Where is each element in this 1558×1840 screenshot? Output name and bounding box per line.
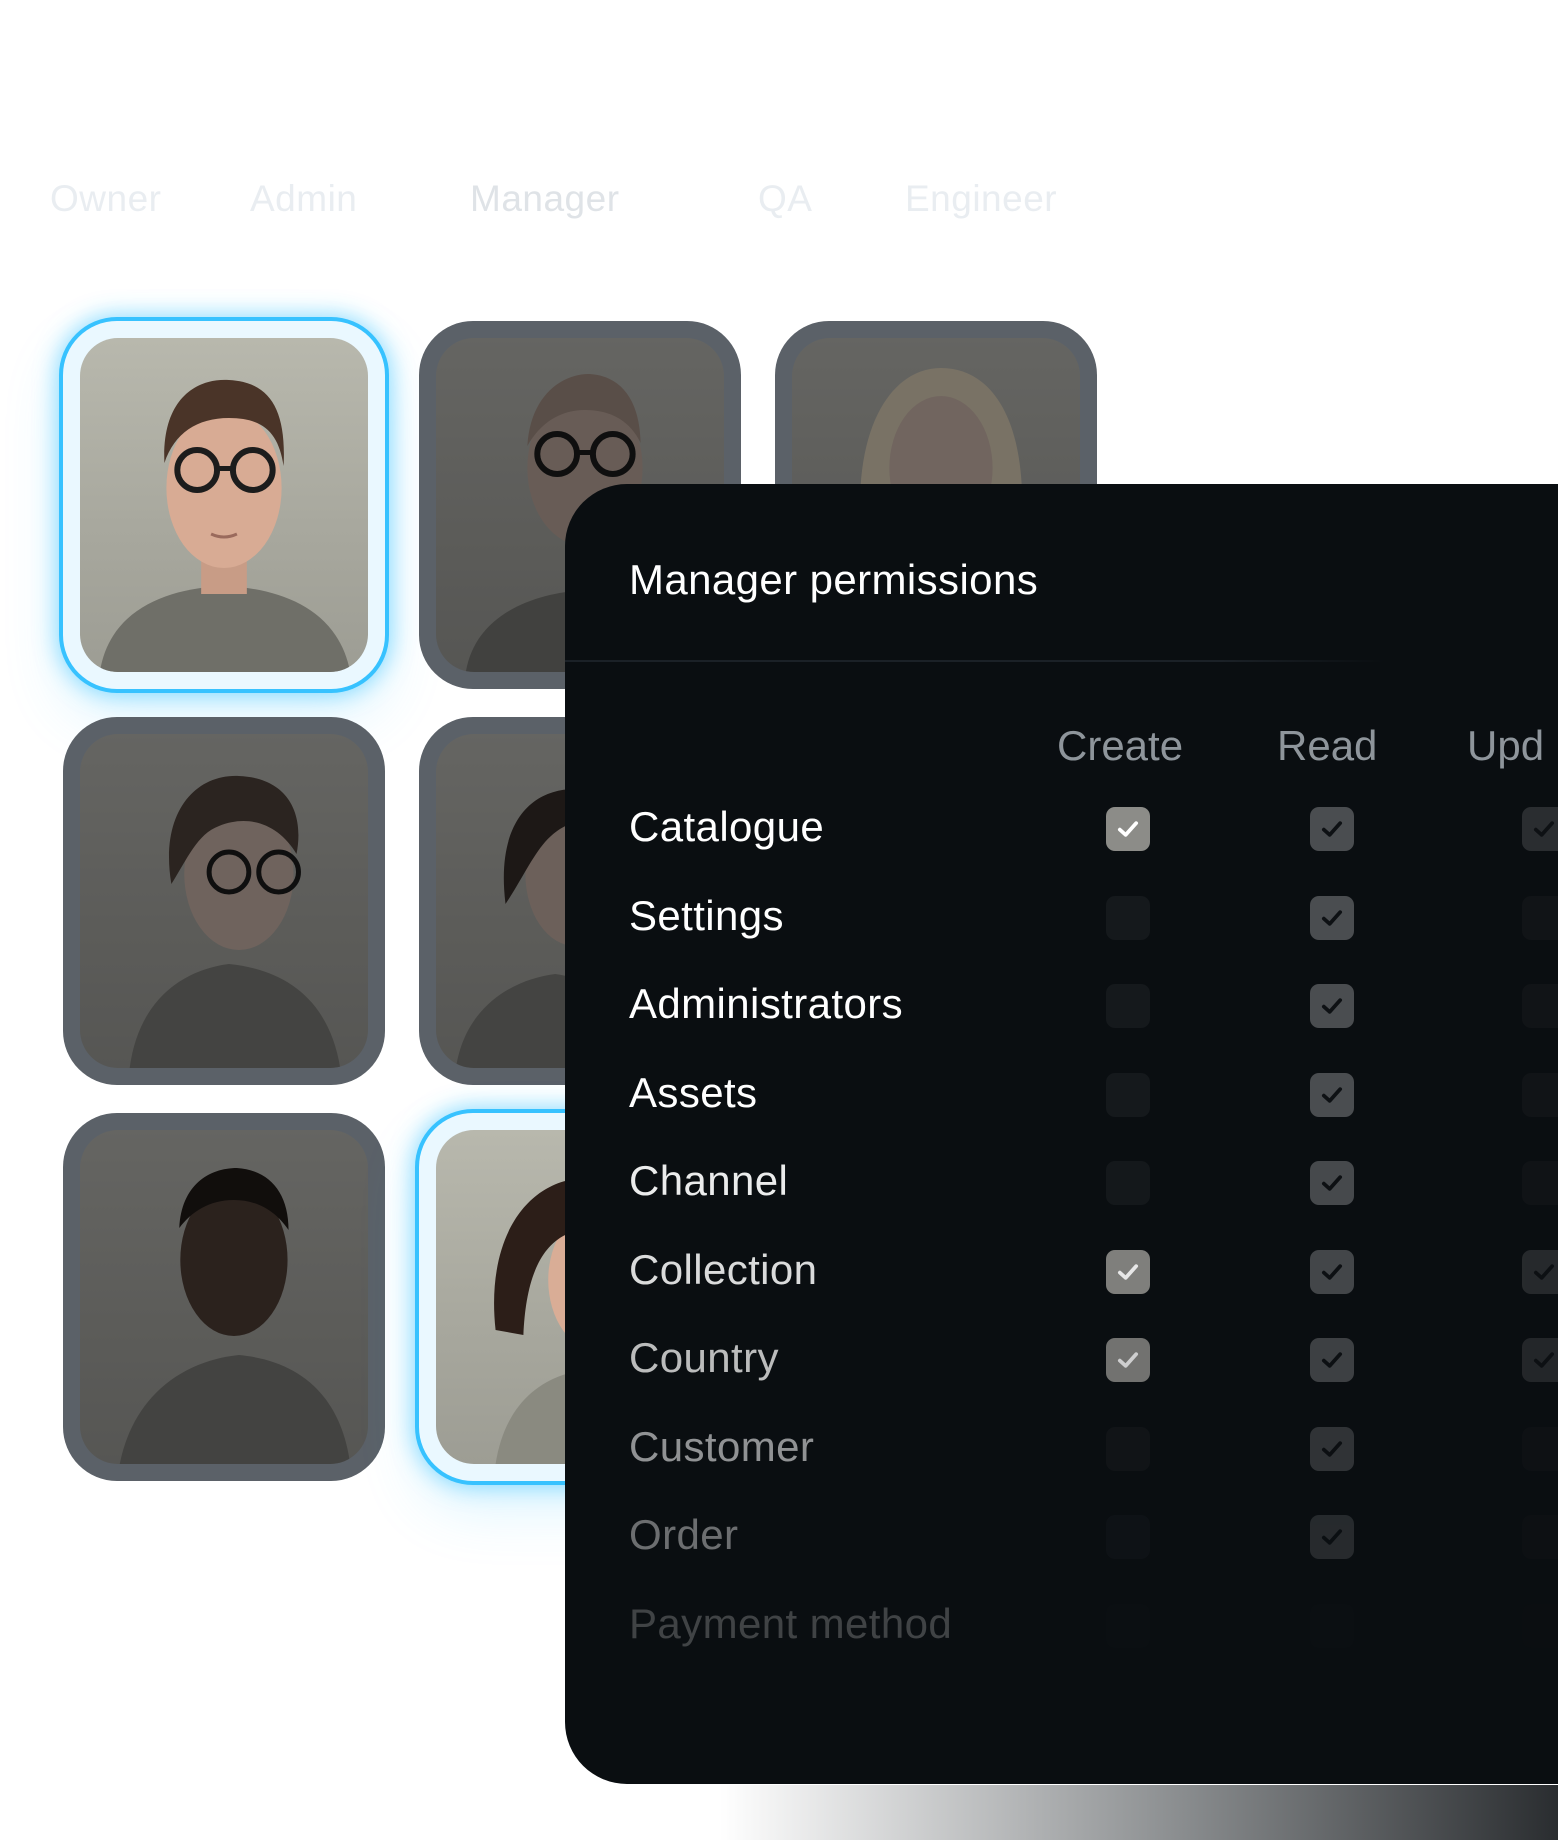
tab-qa[interactable]: QA <box>758 178 812 220</box>
avatar-photo <box>80 1130 368 1464</box>
bottom-shade <box>720 1785 1558 1840</box>
permissions-panel: Manager permissions Create Read Upd Cata… <box>565 484 1558 1784</box>
checkbox-update[interactable] <box>1522 807 1558 851</box>
permission-row-label: Assets <box>629 1068 758 1116</box>
checkbox-create[interactable] <box>1106 1161 1150 1205</box>
checkbox-read[interactable] <box>1310 807 1354 851</box>
checkbox-read[interactable] <box>1310 1249 1354 1294</box>
permission-row-label: Settings <box>629 891 784 939</box>
checkbox-update[interactable] <box>1522 1249 1558 1294</box>
permission-row-label: Customer <box>629 1422 815 1470</box>
avatar-short-hair-woman-glasses[interactable] <box>63 717 385 1085</box>
tab-owner[interactable]: Owner <box>50 178 161 220</box>
avatar-young-man-glasses[interactable] <box>63 321 385 689</box>
checkbox-create[interactable] <box>1106 1426 1150 1471</box>
checkbox-read[interactable] <box>1310 1338 1354 1382</box>
avatar-man-dark-skin[interactable] <box>63 1113 385 1481</box>
checkbox-create[interactable] <box>1106 807 1150 851</box>
divider <box>565 660 1385 662</box>
checkbox-update[interactable] <box>1522 984 1558 1028</box>
page: Owner Admin Manager QA Engineer Manager … <box>0 0 1558 1840</box>
checkbox-create[interactable] <box>1106 1249 1150 1294</box>
permission-row-label: Administrators <box>629 980 904 1027</box>
tab-admin[interactable]: Admin <box>250 178 357 220</box>
checkbox-update[interactable] <box>1522 1161 1558 1205</box>
checkbox-update[interactable] <box>1522 895 1558 940</box>
checkbox-update[interactable] <box>1522 1515 1558 1559</box>
avatar-photo <box>80 734 368 1068</box>
checkbox-update[interactable] <box>1522 1072 1558 1117</box>
checkbox-create[interactable] <box>1106 1515 1150 1559</box>
permission-row-label: Collection <box>629 1245 818 1293</box>
checkbox-create[interactable] <box>1106 895 1150 940</box>
checkbox-create[interactable] <box>1106 1072 1150 1117</box>
permission-row-label: Country <box>629 1334 779 1381</box>
permission-row-label: Payment method <box>629 1599 953 1647</box>
permission-row-label: Order <box>629 1511 739 1558</box>
tab-engineer[interactable]: Engineer <box>905 178 1057 220</box>
checkbox-create[interactable] <box>1106 984 1150 1028</box>
avatar-photo <box>80 338 368 672</box>
column-header-create: Create <box>1057 722 1184 769</box>
role-tabs: Owner Admin Manager QA Engineer <box>0 178 1100 228</box>
checkbox-read[interactable] <box>1310 1603 1354 1648</box>
checkbox-read[interactable] <box>1310 984 1354 1028</box>
checkbox-create[interactable] <box>1106 1603 1150 1648</box>
column-header-update: Upd <box>1467 722 1545 769</box>
checkbox-read[interactable] <box>1310 1161 1354 1205</box>
checkbox-read[interactable] <box>1310 895 1354 940</box>
permission-row-label: Channel <box>629 1157 789 1204</box>
checkbox-update[interactable] <box>1522 1603 1558 1648</box>
checkbox-read[interactable] <box>1310 1426 1354 1471</box>
checkbox-update[interactable] <box>1522 1338 1558 1382</box>
tab-manager[interactable]: Manager <box>470 178 620 220</box>
checkbox-read[interactable] <box>1310 1072 1354 1117</box>
column-header-read: Read <box>1277 722 1378 769</box>
permission-row-label: Catalogue <box>629 803 825 850</box>
checkbox-update[interactable] <box>1522 1426 1558 1471</box>
checkbox-create[interactable] <box>1106 1338 1150 1382</box>
panel-title: Manager permissions <box>629 556 1039 603</box>
checkbox-read[interactable] <box>1310 1515 1354 1559</box>
